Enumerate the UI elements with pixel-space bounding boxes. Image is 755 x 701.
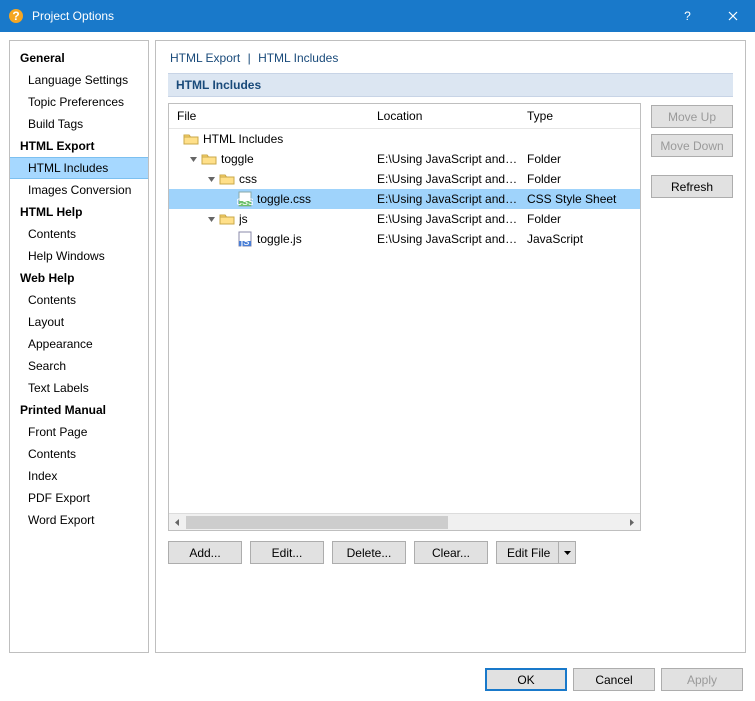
nav-item[interactable]: Help Windows [10,245,148,267]
tree-label: toggle.css [257,192,311,206]
nav-item[interactable]: HTML Includes [10,157,148,179]
js-icon: js [237,231,253,247]
edit-button[interactable]: Edit... [250,541,324,564]
dialog-footer: OK Cancel Apply [485,668,743,691]
help-button[interactable]: ? [665,0,710,31]
breadcrumb-sep: | [248,51,251,65]
folder-icon [183,131,199,147]
tree-location: E:\Using JavaScript and C… [369,172,519,186]
tree-label: HTML Includes [203,132,283,146]
nav-item[interactable]: Index [10,465,148,487]
svg-text:css: css [237,194,253,207]
tree-row[interactable]: •csstoggle.cssE:\Using JavaScript and C…… [169,189,640,209]
nav-item[interactable]: Text Labels [10,377,148,399]
clear-button[interactable]: Clear... [414,541,488,564]
folderOpen-icon [201,151,217,167]
scroll-right-icon[interactable] [623,514,640,530]
title-bar: ? Project Options ? [0,0,755,31]
apply-button[interactable]: Apply [661,668,743,691]
window-title: Project Options [32,9,665,23]
close-button[interactable] [710,0,755,31]
edit-file-button[interactable]: Edit File [496,541,576,564]
help-icon: ? [684,9,691,23]
tree-type: JavaScript [519,232,640,246]
tree-type: Folder [519,172,640,186]
section-title: HTML Includes [176,78,261,92]
chevron-down-icon[interactable] [187,155,199,164]
nav-item[interactable]: Topic Preferences [10,91,148,113]
tree-row[interactable]: js E:\Using JavaScript and C…Folder [169,209,640,229]
refresh-button[interactable]: Refresh [651,175,733,198]
chevron-down-icon[interactable] [205,175,217,184]
css-icon: css [237,191,253,207]
nav-item[interactable]: Contents [10,223,148,245]
tree-type: Folder [519,212,640,226]
main-panel: HTML Export | HTML Includes HTML Include… [155,40,746,653]
tree-label: toggle.js [257,232,302,246]
close-icon [728,11,738,21]
svg-text:js: js [240,234,250,247]
add-button[interactable]: Add... [168,541,242,564]
tree-row[interactable]: toggle E:\Using JavaScript and C…Folder [169,149,640,169]
folderOpen-icon [219,171,235,187]
tree-location: E:\Using JavaScript and C… [369,212,519,226]
side-button-bar: Move Up Move Down Refresh [651,103,733,640]
nav-section[interactable]: HTML Export [10,135,148,157]
category-nav: GeneralLanguage SettingsTopic Preference… [9,40,149,653]
breadcrumb-b: HTML Includes [258,51,338,65]
tree-label: js [239,212,248,226]
scroll-thumb[interactable] [186,516,448,529]
tree-row[interactable]: css E:\Using JavaScript and C…Folder [169,169,640,189]
breadcrumb-a: HTML Export [170,51,240,65]
tree-body[interactable]: •HTML Includes toggle E:\Using JavaScript … [169,129,640,513]
move-down-button[interactable]: Move Down [651,134,733,157]
tree-type: CSS Style Sheet [519,192,640,206]
col-file[interactable]: File [169,104,369,129]
tree-button-bar: Add... Edit... Delete... Clear... Edit F… [168,541,641,564]
tree-row[interactable]: •HTML Includes [169,129,640,149]
nav-item[interactable]: Build Tags [10,113,148,135]
section-header: HTML Includes [168,73,733,97]
nav-item[interactable]: Contents [10,443,148,465]
delete-button[interactable]: Delete... [332,541,406,564]
nav-item[interactable]: Contents [10,289,148,311]
col-type[interactable]: Type [519,104,640,129]
tree-location: E:\Using JavaScript and C… [369,192,519,206]
nav-item[interactable]: Language Settings [10,69,148,91]
nav-item[interactable]: Word Export [10,509,148,531]
includes-tree[interactable]: File Location Type •HTML Includes toggle E… [168,103,641,531]
tree-type: Folder [519,152,640,166]
chevron-down-icon [564,551,571,555]
tree-location: E:\Using JavaScript and C… [369,232,519,246]
tree-label: toggle [221,152,254,166]
svg-text:?: ? [12,9,19,23]
edit-file-dropdown[interactable] [559,551,575,555]
chevron-down-icon[interactable] [205,215,217,224]
tree-row[interactable]: •jstoggle.jsE:\Using JavaScript and C…Ja… [169,229,640,249]
folderOpen-icon [219,211,235,227]
tree-location: E:\Using JavaScript and C… [369,152,519,166]
ok-button[interactable]: OK [485,668,567,691]
nav-item[interactable]: Appearance [10,333,148,355]
breadcrumb: HTML Export | HTML Includes [168,49,733,73]
scroll-left-icon[interactable] [169,514,186,530]
nav-section[interactable]: HTML Help [10,201,148,223]
tree-headers: File Location Type [169,104,640,129]
nav-section[interactable]: Web Help [10,267,148,289]
nav-item[interactable]: Front Page [10,421,148,443]
scroll-track[interactable] [186,514,623,530]
h-scrollbar[interactable] [169,513,640,530]
app-icon: ? [8,8,24,24]
nav-section[interactable]: General [10,47,148,69]
nav-item[interactable]: Images Conversion [10,179,148,201]
col-location[interactable]: Location [369,104,519,129]
nav-item[interactable]: Layout [10,311,148,333]
tree-label: css [239,172,257,186]
nav-item[interactable]: PDF Export [10,487,148,509]
cancel-button[interactable]: Cancel [573,668,655,691]
nav-section[interactable]: Printed Manual [10,399,148,421]
nav-item[interactable]: Search [10,355,148,377]
move-up-button[interactable]: Move Up [651,105,733,128]
